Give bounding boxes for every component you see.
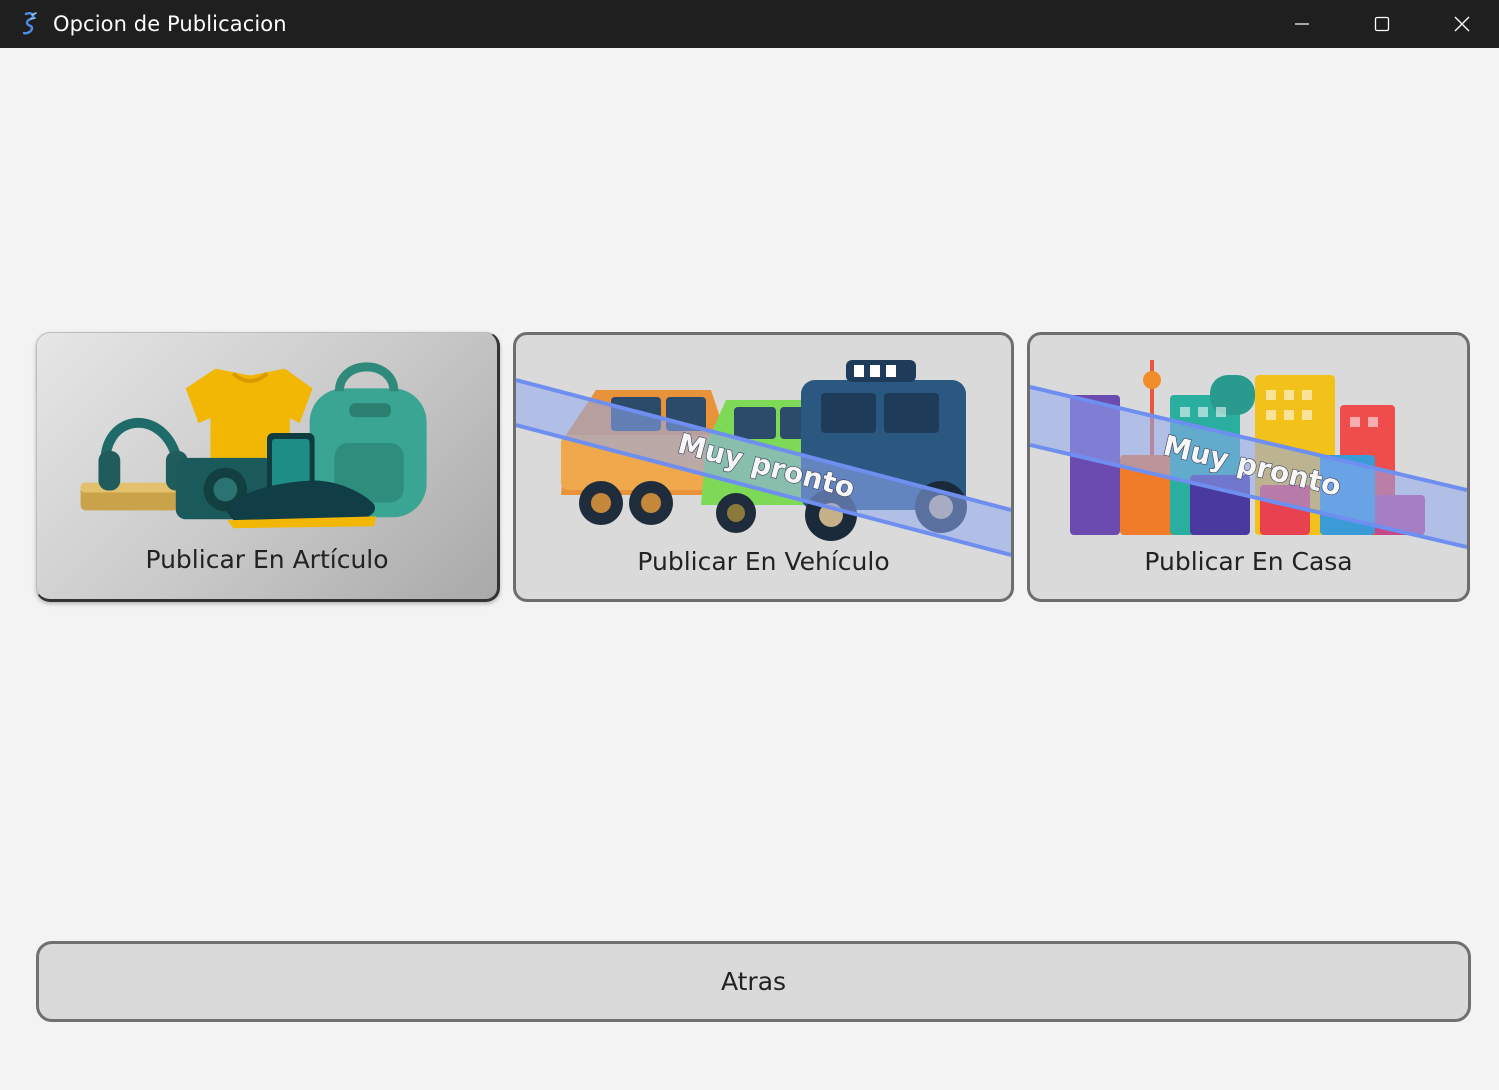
publish-house-label: Publicar En Casa xyxy=(1144,547,1353,576)
back-button[interactable]: Atras xyxy=(36,941,1471,1022)
window-title: Opcion de Publicacion xyxy=(53,12,287,36)
publish-vehicle-label: Publicar En Vehículo xyxy=(637,547,890,576)
app-icon xyxy=(22,12,37,35)
minimize-button[interactable] xyxy=(1262,0,1342,48)
buildings-illustration xyxy=(1070,360,1425,535)
title-bar[interactable]: Opcion de Publicacion xyxy=(0,0,1499,48)
publish-article-button[interactable]: Publicar En Artículo xyxy=(36,332,500,602)
article-products-illustration xyxy=(80,362,427,529)
close-icon xyxy=(1454,16,1470,32)
maximize-icon xyxy=(1374,16,1390,32)
publish-article-label: Publicar En Artículo xyxy=(145,545,389,574)
publish-vehicle-button[interactable]: Muy pronto Publicar En Vehículo xyxy=(513,332,1014,602)
vehicles-illustration xyxy=(561,360,967,541)
minimize-icon xyxy=(1295,23,1309,25)
maximize-button[interactable] xyxy=(1342,0,1422,48)
back-button-label: Atras xyxy=(720,967,787,996)
close-button[interactable] xyxy=(1422,0,1499,48)
publish-house-button[interactable]: Muy pronto Publicar En Casa xyxy=(1027,332,1470,602)
